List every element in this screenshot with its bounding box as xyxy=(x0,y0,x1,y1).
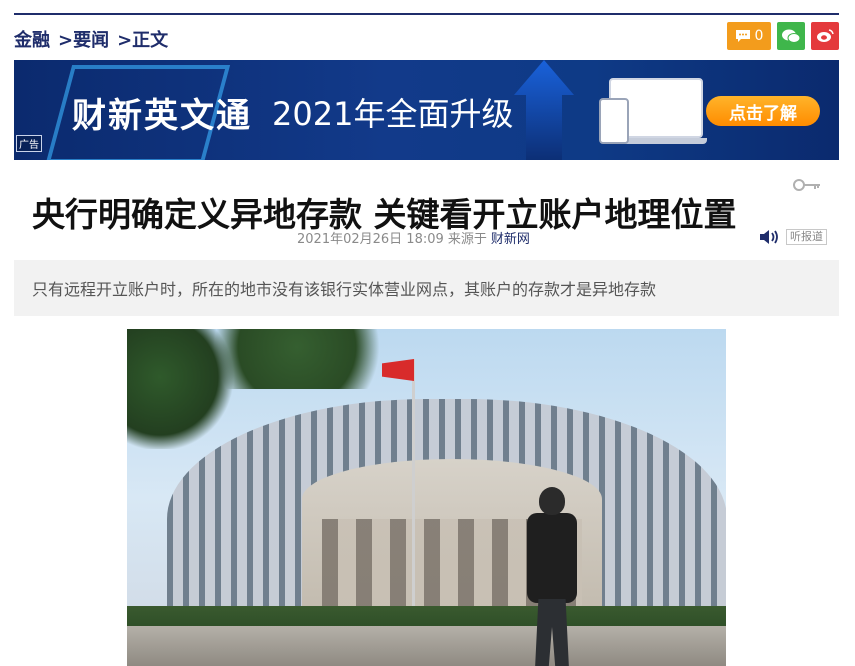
publish-date: 2021年02月26日 18:09 xyxy=(297,232,444,247)
ad-banner[interactable]: 财新英文通 2021年全面升级 点击了解 广告 xyxy=(14,60,839,160)
weibo-share-button[interactable] xyxy=(811,22,839,50)
photo-person-head xyxy=(539,487,565,515)
source-prefix: 来源于 xyxy=(447,232,487,247)
banner-brand: 财新英文通 xyxy=(72,96,252,136)
article-meta: 2021年02月26日 18:09 来源于 财新网 xyxy=(297,228,530,247)
summary-text: 只有远程开立账户时，所在的地市没有该银行实体营业网点，其账户的存款才是异地存款 xyxy=(32,280,657,299)
listen-label: 听报道 xyxy=(786,229,827,245)
photo-flagpole xyxy=(412,359,415,619)
source-link[interactable]: 财新网 xyxy=(491,232,530,247)
photo-person-legs xyxy=(535,599,569,666)
top-divider xyxy=(14,13,839,15)
banner-slogan: 2021年全面升级 xyxy=(272,95,514,133)
banner-cta-button[interactable]: 点击了解 xyxy=(706,96,820,126)
wechat-icon xyxy=(782,29,801,43)
comment-icon xyxy=(735,30,750,42)
breadcrumb: 金融 >要闻 >正文 xyxy=(14,26,169,52)
key-icon[interactable] xyxy=(793,178,821,192)
comment-button[interactable]: 0 xyxy=(727,22,771,50)
photo-person-body xyxy=(527,513,577,603)
photo-person xyxy=(517,487,587,666)
speaker-icon xyxy=(760,230,778,244)
breadcrumb-news[interactable]: >要闻 xyxy=(58,26,109,52)
article-photo xyxy=(127,329,726,666)
article-summary: 只有远程开立账户时，所在的地市没有该银行实体营业网点，其账户的存款才是异地存款 xyxy=(14,260,839,316)
share-bar: 0 xyxy=(727,22,839,50)
comment-count: 0 xyxy=(754,28,764,44)
arrow-up-icon xyxy=(514,60,574,160)
weibo-icon xyxy=(817,29,834,42)
photo-tree-left xyxy=(127,329,237,449)
devices-illustration xyxy=(599,78,707,144)
breadcrumb-finance[interactable]: 金融 xyxy=(14,26,50,52)
phone-illustration xyxy=(599,98,629,144)
listen-control[interactable]: 听报道 xyxy=(758,228,827,246)
ad-label: 广告 xyxy=(16,135,42,152)
wechat-share-button[interactable] xyxy=(777,22,805,50)
photo-ground xyxy=(127,626,726,666)
breadcrumb-current: >正文 xyxy=(117,30,169,51)
